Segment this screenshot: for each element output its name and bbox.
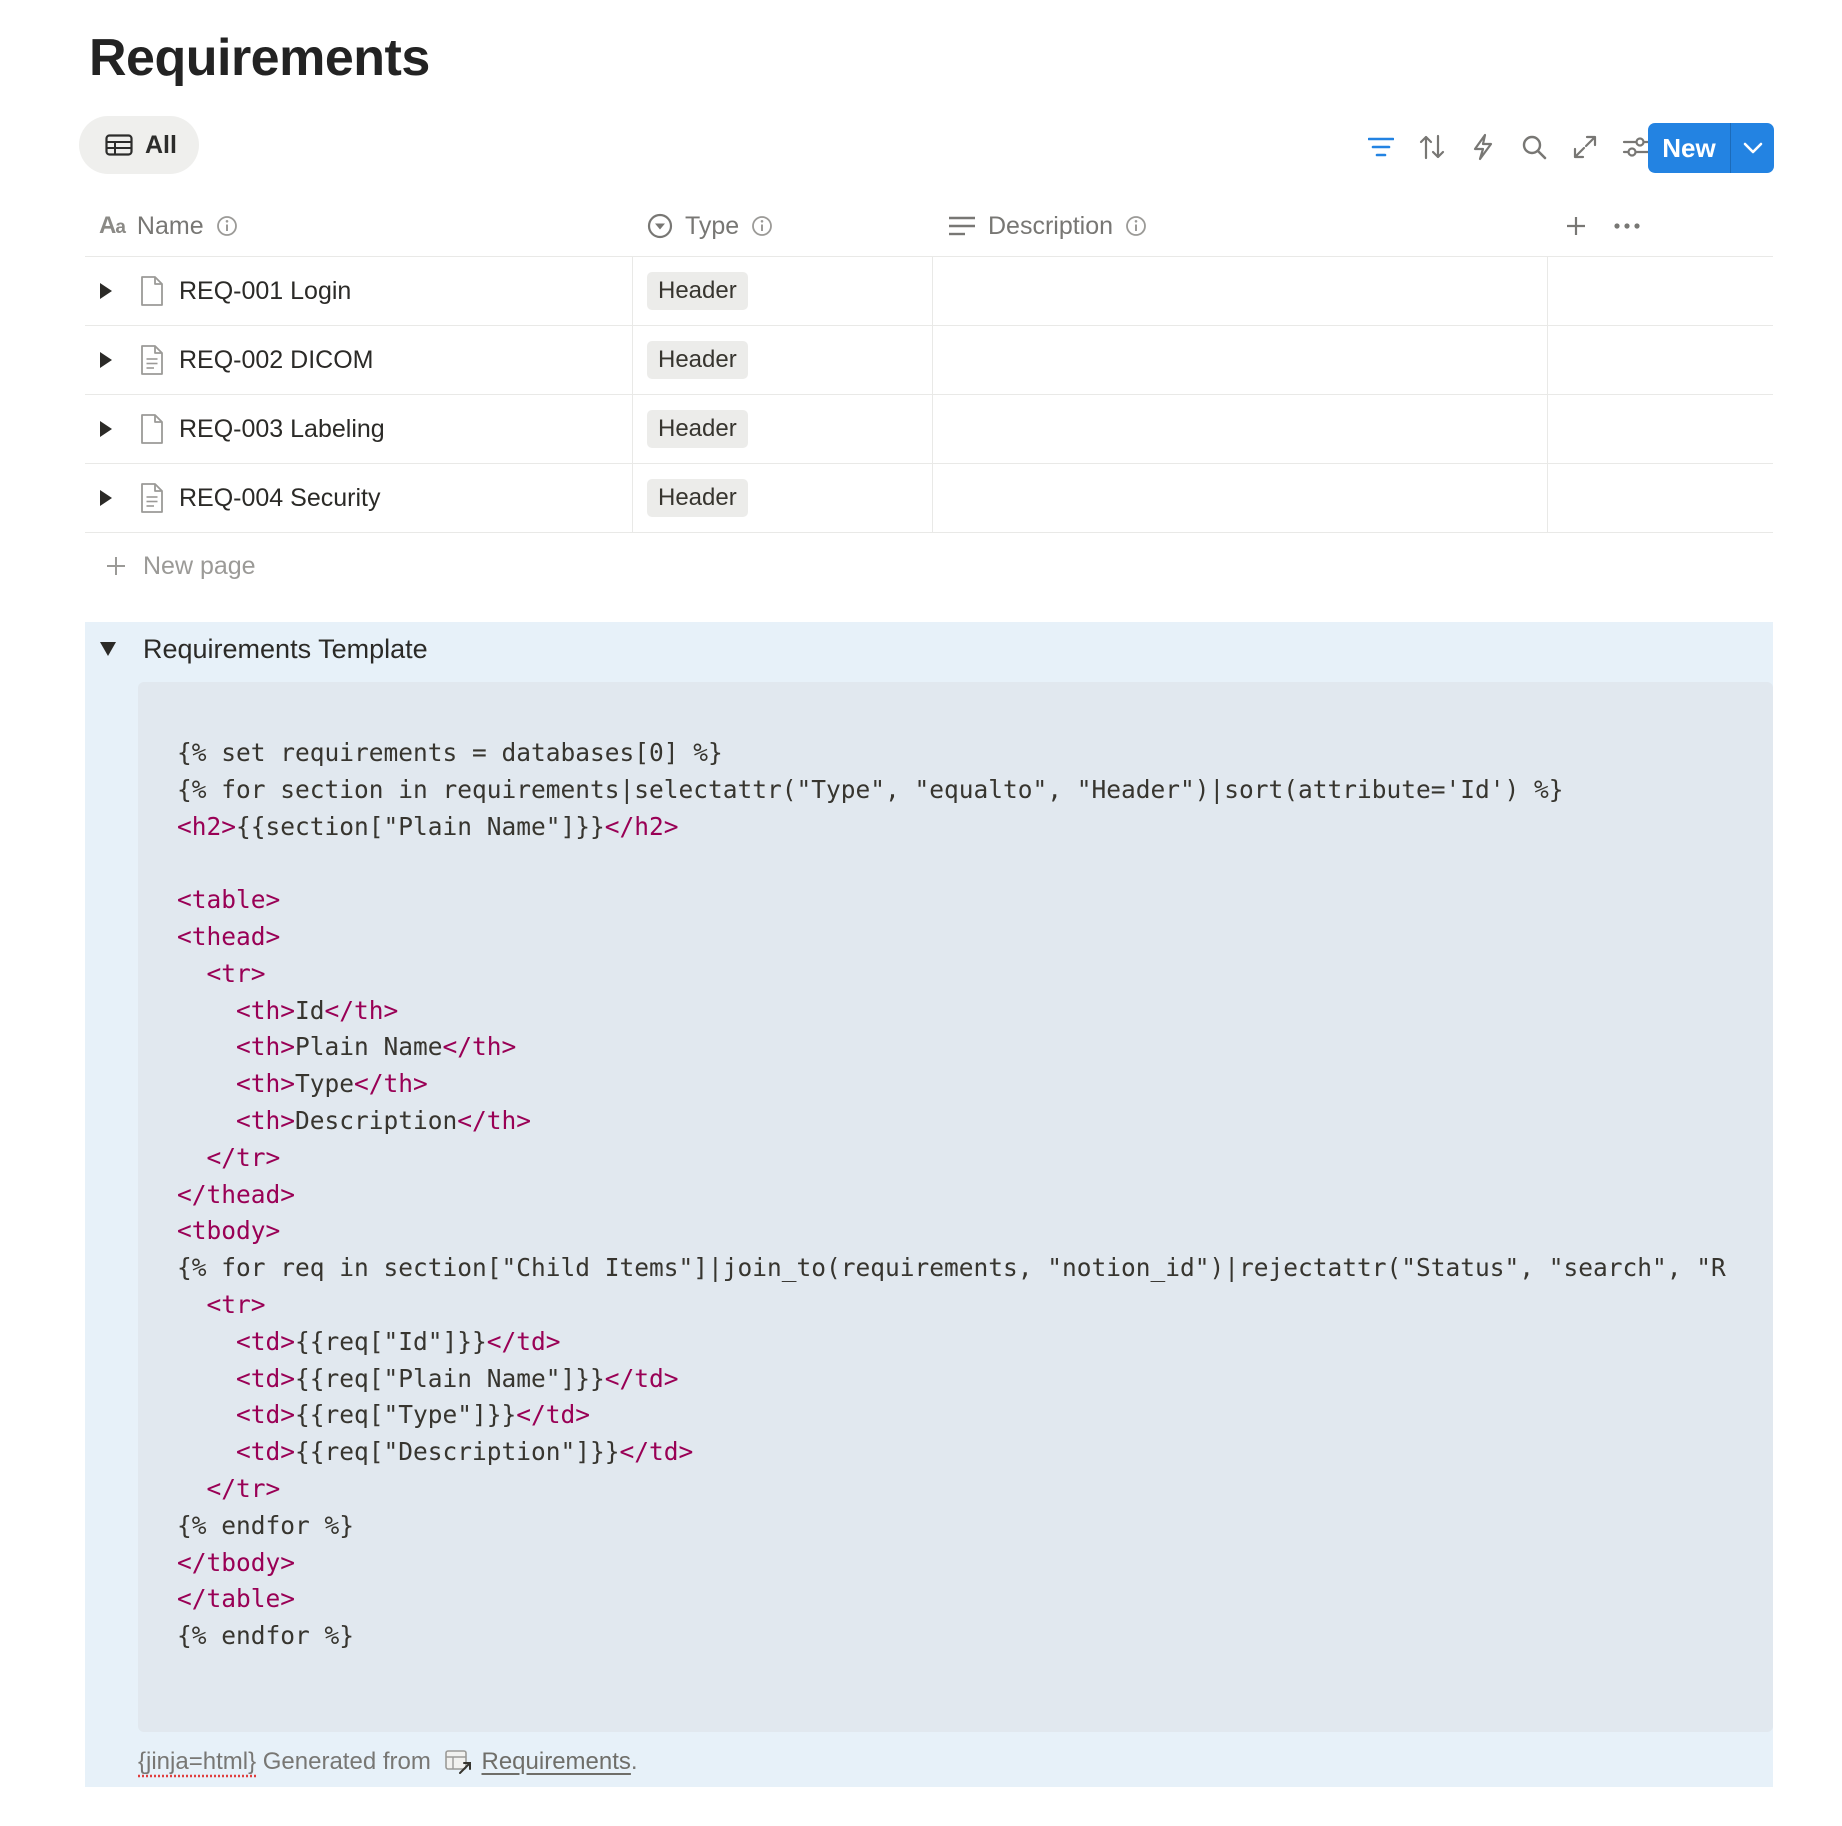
expand-toggle-icon[interactable] <box>99 420 113 438</box>
code-line: <tr> <box>206 958 266 988</box>
page-text-icon <box>139 344 165 376</box>
footer-suffix: . <box>630 1748 638 1775</box>
info-icon[interactable] <box>216 215 238 237</box>
lines-icon <box>948 215 976 237</box>
sort-icon[interactable] <box>1417 132 1447 162</box>
column-header-name[interactable]: Aa Name <box>99 196 238 256</box>
table-header-row: Aa Name Type Description <box>85 196 1773 257</box>
column-label: Type <box>685 211 740 240</box>
plus-icon <box>105 555 127 577</box>
new-page-button[interactable]: New page <box>85 533 1773 599</box>
code-line: <td>{{req["Plain Name"]}}</td> <box>236 1363 679 1393</box>
footer-jinja-tag: {jinja=html} <box>138 1748 257 1775</box>
row-name[interactable]: REQ-004 Security <box>179 484 380 513</box>
text-type-icon: Aa <box>99 212 126 239</box>
code-line: <table> <box>177 885 281 915</box>
table-row[interactable]: REQ-002 DICOM Header <box>85 326 1773 395</box>
code-line: <th>Id</th> <box>236 995 399 1025</box>
code-line: <tbody> <box>177 1216 281 1246</box>
code-line: <h2>{{section["Plain Name"]}}</h2> <box>177 811 679 841</box>
row-name[interactable]: REQ-001 Login <box>179 277 351 306</box>
new-button-label[interactable]: New <box>1648 123 1730 173</box>
type-tag: Header <box>647 410 748 448</box>
column-label: Description <box>988 211 1114 240</box>
template-toggle-header[interactable]: Requirements Template <box>85 622 428 676</box>
page-icon <box>139 413 165 445</box>
template-footer: {jinja=html} Generated from Requirements… <box>138 1748 638 1776</box>
code-line: {% for req in section["Child Items"]|joi… <box>177 1253 1726 1283</box>
table-row[interactable]: REQ-003 Labeling Header <box>85 395 1773 464</box>
code-line: <td>{{req["Type"]}}</td> <box>236 1400 591 1430</box>
table-row[interactable]: REQ-004 Security Header <box>85 464 1773 533</box>
code-line: </tr> <box>206 1473 281 1503</box>
type-tag: Header <box>647 341 748 379</box>
code-content: {% set requirements = databases[0] %} {%… <box>177 735 1726 1655</box>
footer-text: Generated from <box>256 1748 438 1775</box>
code-line: </table> <box>177 1584 296 1614</box>
type-tag: Header <box>647 479 748 517</box>
page-title: Requirements <box>89 29 430 87</box>
code-line: </tbody> <box>177 1547 296 1577</box>
code-line: {% endfor %} <box>177 1510 355 1540</box>
new-page-label: New page <box>143 551 256 580</box>
code-line: </tr> <box>206 1142 281 1172</box>
more-options-icon[interactable] <box>1613 196 1641 256</box>
add-column-icon[interactable] <box>1564 196 1588 256</box>
expand-toggle-icon[interactable] <box>99 282 113 300</box>
code-line: <th>Type</th> <box>236 1069 428 1099</box>
database-link-icon <box>444 1748 474 1776</box>
filter-icon[interactable] <box>1366 132 1396 162</box>
code-block[interactable]: {% set requirements = databases[0] %} {%… <box>138 682 1773 1732</box>
code-line: <th>Plain Name</th> <box>236 1032 517 1062</box>
info-icon[interactable] <box>1125 215 1147 237</box>
code-line: <td>{{req["Description"]}}</td> <box>236 1437 694 1467</box>
code-line: {% for section in requirements|selectatt… <box>177 774 1564 804</box>
code-line: <td>{{req["Id"]}}</td> <box>236 1326 561 1356</box>
template-toggle-block: Requirements Template {% set requirement… <box>85 622 1773 1787</box>
row-name[interactable]: REQ-003 Labeling <box>179 415 385 444</box>
row-name[interactable]: REQ-002 DICOM <box>179 346 373 375</box>
table-view-icon <box>105 134 133 156</box>
page-icon <box>139 275 165 307</box>
settings-icon[interactable] <box>1621 132 1651 162</box>
type-tag: Header <box>647 272 748 310</box>
expand-toggle-icon[interactable] <box>99 351 113 369</box>
column-label: Name <box>136 211 204 240</box>
search-icon[interactable] <box>1519 132 1549 162</box>
code-line: {% set requirements = databases[0] %} <box>177 738 723 767</box>
expand-toggle-icon[interactable] <box>99 489 113 507</box>
footer-requirements-link[interactable]: Requirements <box>482 1748 631 1776</box>
info-icon[interactable] <box>751 215 773 237</box>
code-line: {% endfor %} <box>177 1621 355 1651</box>
database-table: Aa Name Type Description REQ-001 Login H… <box>85 196 1773 599</box>
expand-icon[interactable] <box>1570 132 1600 162</box>
column-header-description[interactable]: Description <box>948 196 1147 256</box>
page-text-icon <box>139 482 165 514</box>
column-header-type[interactable]: Type <box>647 196 773 256</box>
code-line: </thead> <box>177 1179 296 1209</box>
code-line: <tr> <box>206 1289 266 1319</box>
code-line: <thead> <box>177 921 281 951</box>
new-button[interactable]: New <box>1648 123 1774 173</box>
select-icon <box>647 213 673 239</box>
chevron-down-icon[interactable] <box>1731 123 1774 173</box>
collapse-toggle-icon[interactable] <box>99 641 117 657</box>
code-line: <th>Description</th> <box>236 1105 532 1135</box>
view-tab-label: All <box>145 130 177 159</box>
template-title: Requirements Template <box>143 633 428 664</box>
view-tab-all[interactable]: All <box>79 116 199 174</box>
table-row[interactable]: REQ-001 Login Header <box>85 257 1773 326</box>
lightning-icon[interactable] <box>1468 132 1498 162</box>
